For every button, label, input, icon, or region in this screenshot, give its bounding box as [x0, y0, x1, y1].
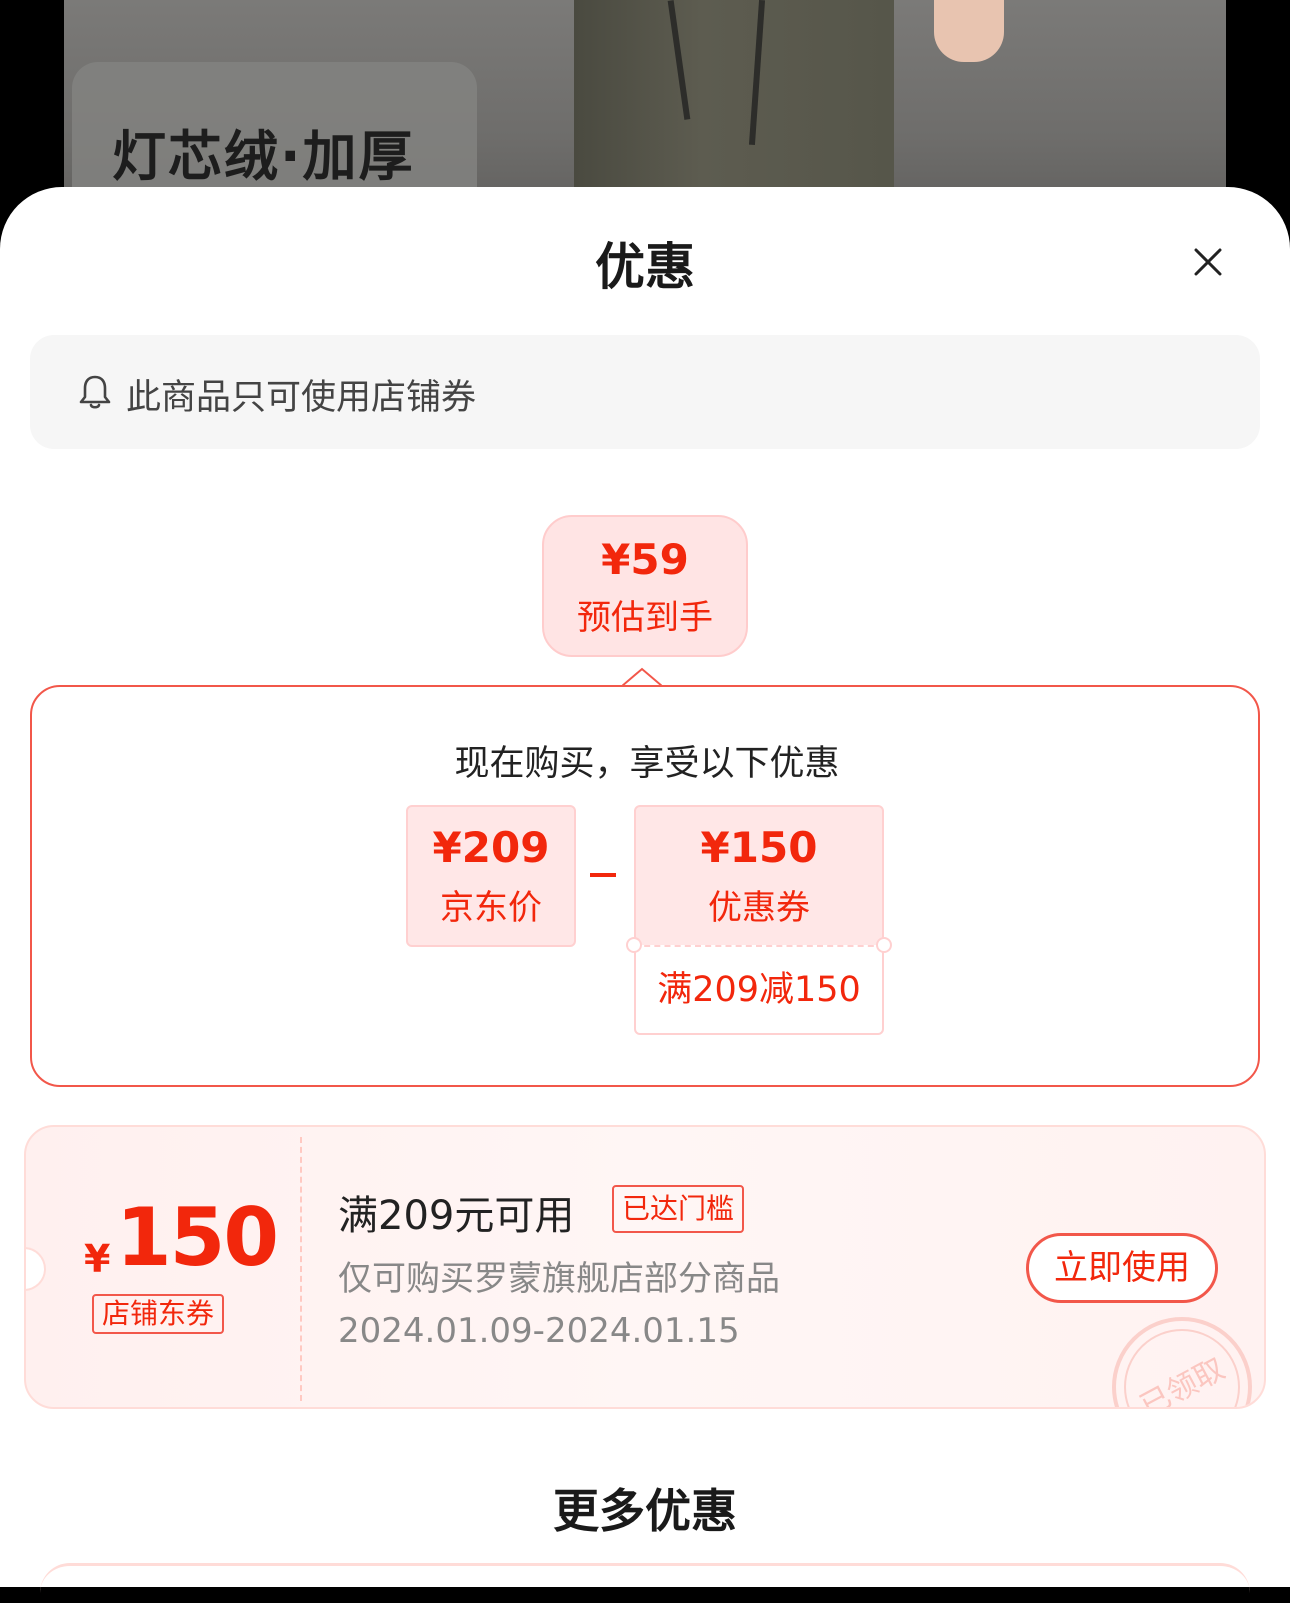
- coupon-amount: 150: [116, 1191, 279, 1284]
- coupon-divider: [300, 1137, 302, 1401]
- offer-breakdown: 现在购买，享受以下优惠 ¥209 京东价 ¥150 优惠券 满209减150: [30, 685, 1260, 1087]
- coupon-condition: 满209减150: [634, 945, 884, 1035]
- coupon-currency: ¥: [84, 1237, 111, 1281]
- minus-sign: [590, 873, 616, 877]
- estimated-price: ¥59: [601, 535, 689, 584]
- next-offer-card: [40, 1563, 1250, 1603]
- discount-sheet: 优惠 此商品只可使用店铺券 ¥59 预估到手 现在购买，享受以下优惠 ¥209 …: [0, 187, 1290, 1587]
- jd-price-label: 京东价: [440, 888, 542, 928]
- store-coupon: ¥ 150 店铺东券 满209元可用 已达门槛 仅可购买罗蒙旗舰店部分商品 20…: [24, 1125, 1266, 1409]
- coupon-scope: 仅可购买罗蒙旗舰店部分商品: [338, 1259, 780, 1299]
- sheet-title: 优惠: [595, 238, 695, 296]
- claimed-stamp: 已领取: [1112, 1317, 1252, 1407]
- coupon-type-tag: 店铺东券: [92, 1294, 225, 1334]
- store-coupon-notice: 此商品只可使用店铺券: [30, 335, 1260, 449]
- notice-text: 此商品只可使用店铺券: [126, 378, 477, 418]
- hand-illustration: [934, 0, 1004, 62]
- use-now-button[interactable]: 立即使用: [1026, 1233, 1218, 1303]
- ticket-notch: [626, 937, 642, 953]
- ticket-notch: [876, 937, 892, 953]
- coupon-title: 满209元可用: [338, 1193, 575, 1239]
- estimated-price-label: 预估到手: [577, 598, 713, 638]
- coupon-value-label: 优惠券: [708, 888, 810, 928]
- coupon-notch: [26, 1247, 46, 1291]
- product-label: 灯芯绒·加厚: [112, 125, 415, 188]
- jd-price-amount: ¥209: [432, 823, 550, 872]
- offer-heading: 现在购买，享受以下优惠: [454, 744, 840, 784]
- bell-icon: [79, 375, 111, 409]
- threshold-badge: 已达门槛: [612, 1185, 745, 1233]
- estimated-price-bubble: ¥59 预估到手: [542, 515, 748, 657]
- coupon-value-card: ¥150 优惠券: [634, 805, 884, 947]
- pointer-arrow: [622, 667, 662, 687]
- coupon-value-amount: ¥150: [700, 823, 818, 872]
- coupon-validity: 2024.01.09-2024.01.15: [338, 1311, 740, 1351]
- more-offers-title: 更多优惠: [553, 1484, 737, 1538]
- close-icon[interactable]: [1193, 247, 1223, 277]
- jd-price-card: ¥209 京东价: [406, 805, 576, 947]
